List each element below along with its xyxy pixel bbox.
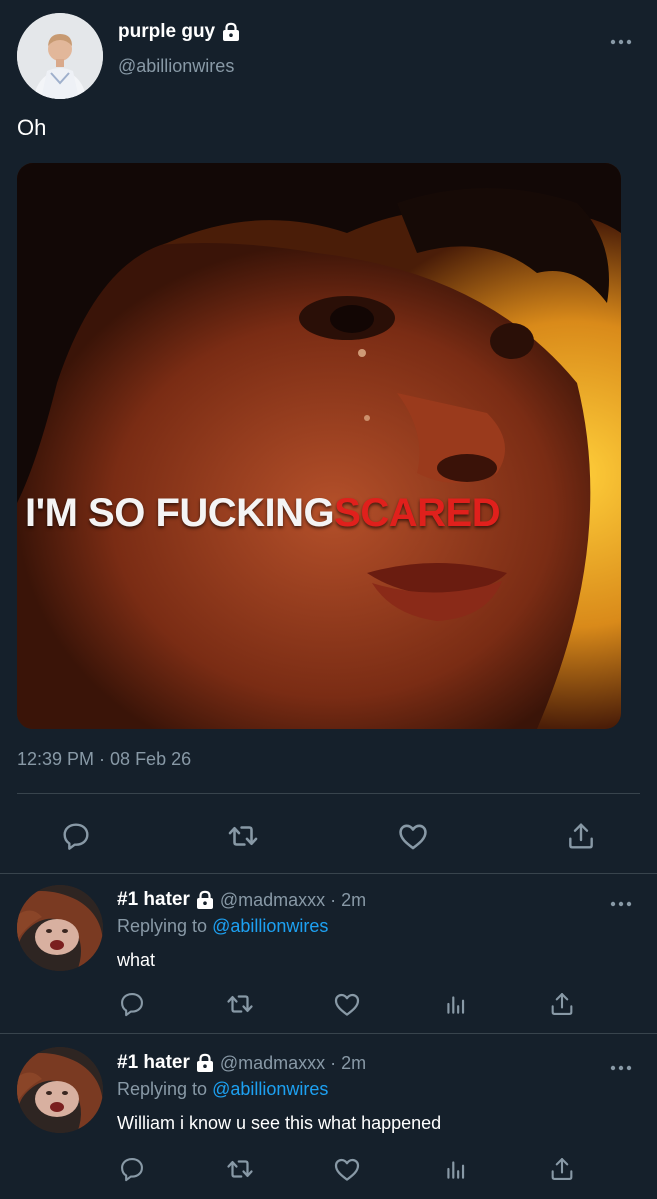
lock-icon <box>221 22 241 42</box>
like-icon[interactable] <box>331 1153 363 1185</box>
relative-time[interactable]: · 2m <box>330 1053 366 1074</box>
lock-icon <box>195 1053 215 1073</box>
main-tweet-header: purple guy @abillionwires <box>17 13 640 103</box>
share-icon[interactable] <box>563 818 599 854</box>
lock-icon <box>195 890 215 910</box>
retweet-icon[interactable] <box>224 1153 256 1185</box>
reply-icon[interactable] <box>116 1153 148 1185</box>
tweet-media-image[interactable]: I'M SO FUCKINGSCARED <box>17 163 621 729</box>
handle[interactable]: @madmaxxx <box>220 1053 325 1074</box>
like-icon[interactable] <box>331 988 363 1020</box>
handle[interactable]: @abillionwires <box>118 56 234 77</box>
more-icon[interactable] <box>610 1059 632 1071</box>
display-name[interactable]: #1 hater <box>117 889 190 911</box>
replying-to: Replying to @abillionwires <box>117 1079 328 1100</box>
media-caption-white: I'M SO FUCKING <box>25 491 335 535</box>
reply-text: William i know u see this what happened <box>117 1113 442 1133</box>
replying-to-link[interactable]: @abillionwires <box>212 916 328 936</box>
avatar[interactable] <box>17 1047 103 1133</box>
divider <box>17 793 640 794</box>
main-action-bar <box>0 810 657 858</box>
analytics-icon[interactable] <box>440 988 472 1020</box>
reply-icon[interactable] <box>116 988 148 1020</box>
replying-to-link[interactable]: @abillionwires <box>212 1079 328 1099</box>
handle[interactable]: @madmaxxx <box>220 890 325 911</box>
display-name[interactable]: #1 hater <box>117 1052 190 1074</box>
relative-time[interactable]: · 2m <box>330 890 366 911</box>
media-caption-red: SCARED <box>334 491 501 535</box>
reply-tweet[interactable]: #1 hater @madmaxxx · 2m Replying to @abi… <box>0 873 657 1033</box>
tweet-text: Oh <box>17 115 47 140</box>
share-icon[interactable] <box>546 1153 578 1185</box>
reply-tweet[interactable]: #1 hater @madmaxxx · 2m Replying to @abi… <box>0 1033 657 1199</box>
avatar[interactable] <box>17 13 103 99</box>
replying-prefix: Replying to <box>117 1079 208 1099</box>
name-row: purple guy <box>118 21 241 43</box>
replying-prefix: Replying to <box>117 916 208 936</box>
like-icon[interactable] <box>395 818 431 854</box>
reply-text: what <box>117 950 156 970</box>
tweet-timestamp[interactable]: 12:39 PM · 08 Feb 26 <box>17 749 191 770</box>
retweet-icon[interactable] <box>224 988 256 1020</box>
display-name[interactable]: purple guy <box>118 21 215 43</box>
share-icon[interactable] <box>546 988 578 1020</box>
reply-header: #1 hater @madmaxxx · 2m <box>117 1052 366 1074</box>
replying-to: Replying to @abillionwires <box>117 916 328 937</box>
reply-header: #1 hater @madmaxxx · 2m <box>117 889 366 911</box>
more-icon[interactable] <box>610 895 632 907</box>
media-caption: I'M SO FUCKINGSCARED <box>25 491 501 536</box>
reply-icon[interactable] <box>58 818 94 854</box>
avatar[interactable] <box>17 885 103 971</box>
tweet-thread-page: purple guy @abillionwires Oh I'M SO FUCK… <box>0 0 657 1199</box>
analytics-icon[interactable] <box>440 1153 472 1185</box>
more-icon[interactable] <box>610 33 632 45</box>
retweet-icon[interactable] <box>225 818 261 854</box>
